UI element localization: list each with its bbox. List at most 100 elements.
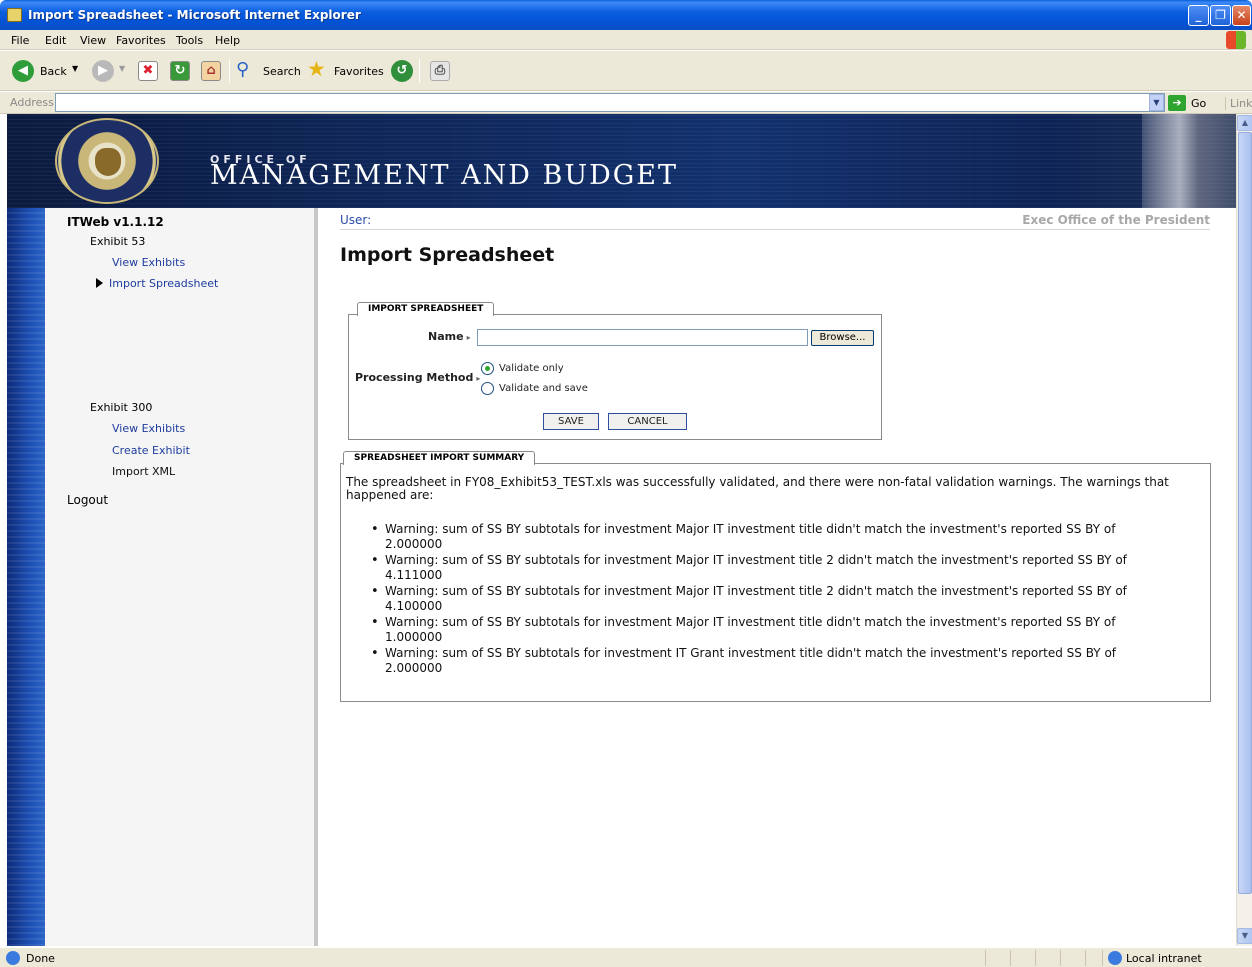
search-label: Search bbox=[263, 65, 301, 78]
favorites-label: Favorites bbox=[334, 65, 384, 78]
warning-value: 2.000000 bbox=[385, 661, 443, 675]
file-name-input[interactable] bbox=[477, 329, 808, 346]
summary-intro-line: The spreadsheet in FY08_Exhibit53_TEST.x… bbox=[346, 475, 1169, 489]
ie-page-icon bbox=[6, 951, 20, 965]
menu-edit[interactable]: Edit bbox=[45, 34, 66, 47]
warning-text: Warning: sum of SS BY subtotals for inve… bbox=[385, 615, 1116, 629]
main-content: User: Exec Office of the President Impor… bbox=[322, 208, 1236, 946]
menu-view[interactable]: View bbox=[80, 34, 106, 47]
status-pane bbox=[985, 950, 986, 966]
sidebar-item-import-spreadsheet[interactable]: Import Spreadsheet bbox=[96, 277, 218, 290]
validate-only-label[interactable]: Validate only bbox=[499, 363, 564, 374]
favorites-button[interactable]: ★ Favorites bbox=[307, 57, 384, 83]
warning-value: 2.000000 bbox=[385, 537, 443, 551]
status-pane bbox=[1085, 950, 1086, 966]
scroll-down-arrow-icon[interactable]: ▼ bbox=[1237, 928, 1252, 944]
sidebar-item-label: Import Spreadsheet bbox=[109, 277, 219, 290]
page-viewport: OFFICE OF MANAGEMENT AND BUDGET ITWeb v1… bbox=[7, 114, 1236, 946]
address-dropdown-icon[interactable]: ▼ bbox=[1149, 94, 1164, 111]
name-label: Name ▸ bbox=[428, 330, 471, 343]
sidebar-section-exhibit300: Exhibit 300 bbox=[90, 401, 153, 414]
warning-value: 4.111000 bbox=[385, 568, 443, 582]
warning-text: Warning: sum of SS BY subtotals for inve… bbox=[385, 553, 1127, 567]
menu-favorites[interactable]: Favorites bbox=[116, 34, 166, 47]
scroll-up-arrow-icon[interactable]: ▲ bbox=[1237, 115, 1252, 131]
logout-link[interactable]: Logout bbox=[67, 493, 108, 507]
save-button[interactable]: SAVE bbox=[543, 413, 599, 430]
processing-method-label: Processing Method ▸ bbox=[355, 371, 480, 384]
organization-name: Exec Office of the President bbox=[1022, 213, 1210, 227]
warning-item: • Warning: sum of SS BY subtotals for inv… bbox=[371, 615, 1116, 645]
standard-toolbar: ◀ Back ▼ ▶ ▼ ✖ ↻ ⌂ ⚲ Search ★ Favorites … bbox=[0, 51, 1252, 91]
links-button[interactable]: Links bbox=[1225, 97, 1252, 110]
toolbar-separator bbox=[419, 59, 420, 83]
minimize-button[interactable]: _ bbox=[1188, 5, 1209, 26]
sidebar-nav: ITWeb v1.1.12 Exhibit 53 View Exhibits I… bbox=[7, 208, 318, 946]
user-header: User: Exec Office of the President bbox=[340, 212, 1210, 230]
sidebar-decoration bbox=[7, 208, 45, 946]
warning-text: Warning: sum of SS BY subtotals for inve… bbox=[385, 584, 1127, 598]
search-button[interactable]: ⚲ Search bbox=[236, 59, 301, 83]
print-icon[interactable]: ⎙ bbox=[430, 61, 450, 81]
menu-tools[interactable]: Tools bbox=[176, 34, 203, 47]
back-dropdown-icon[interactable]: ▼ bbox=[72, 64, 78, 73]
validate-only-radio[interactable] bbox=[481, 362, 494, 375]
banner-title: MANAGEMENT AND BUDGET bbox=[210, 160, 679, 191]
omb-banner: OFFICE OF MANAGEMENT AND BUDGET bbox=[7, 114, 1236, 208]
status-bar: Done Local intranet bbox=[0, 947, 1252, 967]
presidential-seal-logo bbox=[55, 118, 159, 204]
close-button[interactable]: ✕ bbox=[1232, 5, 1251, 26]
history-icon[interactable]: ↺ bbox=[391, 60, 413, 82]
warning-text: Warning: sum of SS BY subtotals for inve… bbox=[385, 646, 1117, 660]
import-form: IMPORT SPREADSHEET Name ▸ Browse... Proce… bbox=[348, 302, 882, 440]
bullet-icon: • bbox=[371, 522, 379, 537]
bullet-icon: • bbox=[371, 615, 379, 630]
validate-and-save-radio[interactable] bbox=[481, 382, 494, 395]
summary-intro-line: happened are: bbox=[346, 488, 434, 502]
vertical-scrollbar[interactable]: ▲ ▼ bbox=[1236, 114, 1252, 946]
search-icon: ⚲ bbox=[236, 59, 250, 80]
window-titlebar[interactable]: Import Spreadsheet - Microsoft Internet … bbox=[0, 0, 1252, 30]
status-pane bbox=[1010, 950, 1011, 966]
sidebar-item-create-exhibit[interactable]: Create Exhibit bbox=[112, 444, 190, 457]
page-title: Import Spreadsheet bbox=[340, 244, 555, 266]
warning-value: 1.000000 bbox=[385, 630, 443, 644]
back-button[interactable]: ◀ Back ▼ bbox=[12, 59, 84, 83]
bullet-icon: • bbox=[371, 646, 379, 661]
warning-item: • Warning: sum of SS BY subtotals for inv… bbox=[371, 646, 1117, 676]
scroll-thumb[interactable] bbox=[1238, 132, 1252, 894]
sidebar-item-view-exhibits-53[interactable]: View Exhibits bbox=[112, 256, 185, 269]
address-input[interactable] bbox=[55, 93, 1165, 112]
security-zone: Local intranet bbox=[1126, 952, 1202, 965]
go-arrow-icon[interactable]: ➔ bbox=[1168, 95, 1186, 111]
back-label: Back bbox=[40, 65, 67, 78]
browse-button[interactable]: Browse... bbox=[811, 330, 874, 346]
warning-item: • Warning: sum of SS BY subtotals for inv… bbox=[371, 553, 1127, 583]
cancel-button[interactable]: CANCEL bbox=[608, 413, 687, 430]
label-caret-icon: ▸ bbox=[466, 333, 471, 342]
bullet-icon: • bbox=[371, 553, 379, 568]
menu-help[interactable]: Help bbox=[215, 34, 240, 47]
stop-icon[interactable]: ✖ bbox=[138, 61, 158, 81]
warning-item: • Warning: sum of SS BY subtotals for inv… bbox=[371, 584, 1127, 614]
menu-file[interactable]: File bbox=[11, 34, 29, 47]
validate-and-save-label[interactable]: Validate and save bbox=[499, 383, 588, 394]
status-pane bbox=[1102, 950, 1103, 966]
refresh-icon[interactable]: ↻ bbox=[170, 61, 190, 81]
maximize-button[interactable]: ❐ bbox=[1210, 5, 1231, 26]
status-text: Done bbox=[26, 952, 55, 965]
home-icon[interactable]: ⌂ bbox=[201, 61, 221, 81]
forward-button[interactable]: ▶ ▼ bbox=[92, 59, 128, 83]
intranet-globe-icon bbox=[1108, 951, 1122, 965]
sidebar-item-import-xml[interactable]: Import XML bbox=[112, 465, 175, 478]
forward-arrow-icon: ▶ bbox=[92, 60, 114, 82]
forward-dropdown-icon[interactable]: ▼ bbox=[119, 64, 125, 73]
bullet-icon: • bbox=[371, 584, 379, 599]
go-button[interactable]: Go bbox=[1191, 97, 1206, 110]
user-label: User: bbox=[340, 213, 372, 227]
sidebar-item-view-exhibits-300[interactable]: View Exhibits bbox=[112, 422, 185, 435]
favorites-star-icon: ★ bbox=[307, 57, 326, 81]
windows-logo-icon bbox=[1226, 31, 1246, 49]
sidebar-section-exhibit53: Exhibit 53 bbox=[90, 235, 146, 248]
status-pane bbox=[1035, 950, 1036, 966]
